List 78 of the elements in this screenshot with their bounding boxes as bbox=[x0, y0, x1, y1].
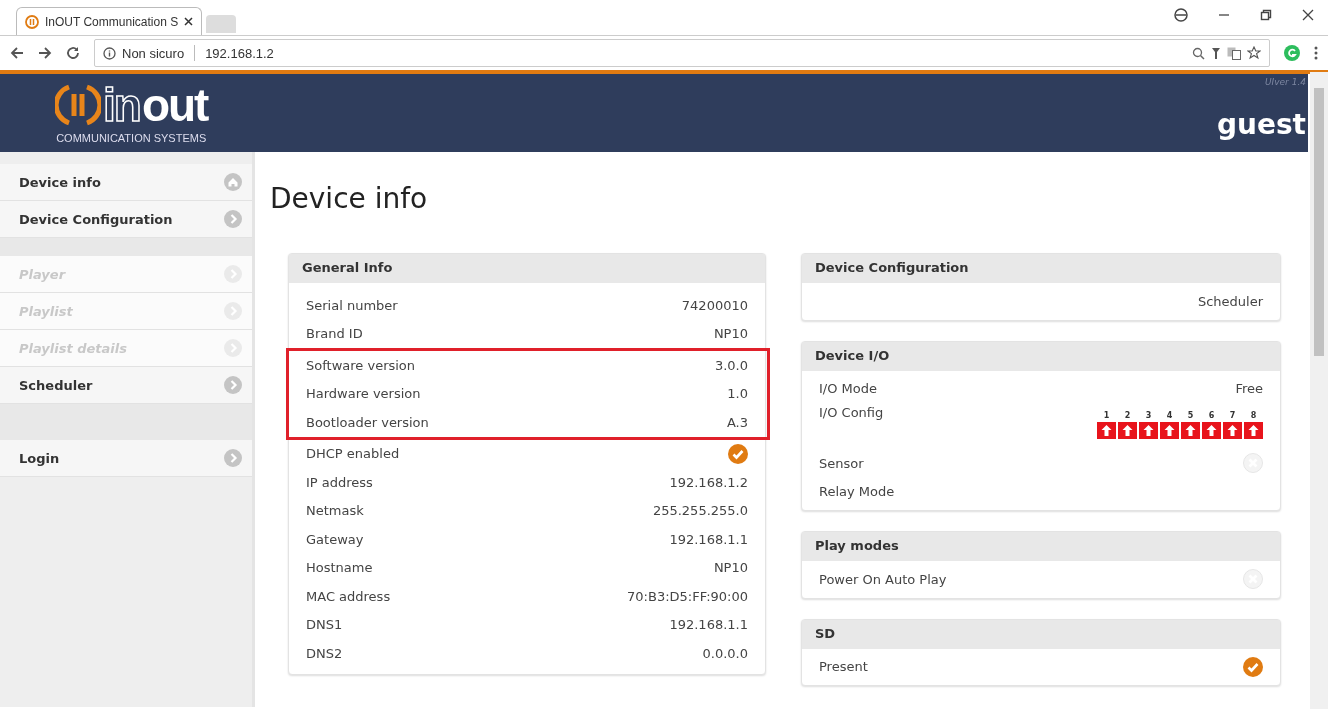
user-name: guest bbox=[1216, 108, 1306, 141]
zoom-icon[interactable] bbox=[1192, 46, 1205, 60]
field-value: A.3 bbox=[726, 414, 748, 430]
scrollbar[interactable] bbox=[1310, 72, 1328, 709]
sidebar-item[interactable]: Device Configuration bbox=[0, 201, 252, 238]
field-label: MAC address bbox=[306, 588, 391, 604]
field-value: 74200010 bbox=[681, 297, 748, 313]
port-number: 2 bbox=[1124, 411, 1131, 420]
page-title: Device info bbox=[270, 182, 429, 215]
field-value: 255.255.255.0 bbox=[652, 503, 748, 519]
sidebar-item[interactable]: Device info bbox=[0, 164, 252, 201]
close-icon[interactable] bbox=[184, 17, 193, 26]
field-label: IP address bbox=[306, 474, 373, 490]
field-label: DNS2 bbox=[306, 645, 343, 661]
chevron-icon bbox=[224, 376, 242, 394]
field-value: Free bbox=[1235, 381, 1263, 397]
field-label: I/O Mode bbox=[819, 381, 877, 397]
field-value: 1.0 bbox=[727, 386, 748, 402]
field-label: Netmask bbox=[306, 503, 364, 519]
sidebar-item[interactable]: Scheduler bbox=[0, 367, 252, 404]
menu-icon[interactable] bbox=[1314, 46, 1318, 60]
browser-tab[interactable]: InOUT Communication S bbox=[16, 7, 202, 35]
field-label: Relay Mode bbox=[819, 484, 895, 500]
address-bar[interactable]: Non sicuro 192.168.1.2 bbox=[94, 39, 1270, 67]
field-label: Brand ID bbox=[306, 326, 363, 342]
field-label: Bootloader version bbox=[306, 414, 429, 430]
field-value: 3.0.0 bbox=[714, 357, 748, 373]
field-label: Power On Auto Play bbox=[819, 571, 947, 587]
field-label: I/O Config bbox=[819, 405, 884, 420]
logo-text: in bbox=[103, 80, 140, 130]
restore-icon[interactable] bbox=[1260, 9, 1272, 21]
field-value: 70:B3:D5:FF:90:00 bbox=[627, 588, 748, 604]
reload-icon[interactable] bbox=[66, 46, 80, 60]
favicon-icon bbox=[25, 14, 39, 29]
port-number: 4 bbox=[1166, 411, 1173, 420]
key-icon[interactable] bbox=[1211, 46, 1221, 60]
field-label: Present bbox=[819, 659, 868, 675]
port-number: 3 bbox=[1145, 411, 1152, 420]
logo-icon bbox=[55, 82, 101, 128]
field-label: Hostname bbox=[306, 560, 373, 576]
back-icon[interactable] bbox=[10, 46, 24, 60]
field-value: 192.168.1.1 bbox=[669, 531, 748, 547]
field-value: 192.168.1.1 bbox=[669, 617, 748, 633]
field-label: Software version bbox=[306, 357, 416, 373]
field-value: NP10 bbox=[713, 326, 748, 342]
card-title: SD bbox=[802, 619, 1280, 649]
field-label: Gateway bbox=[306, 531, 364, 547]
info-icon bbox=[103, 46, 116, 60]
logo-text: out bbox=[141, 80, 208, 130]
translate-icon[interactable] bbox=[1227, 46, 1241, 60]
card-title: Device I/O bbox=[802, 341, 1280, 371]
forward-icon[interactable] bbox=[38, 46, 52, 60]
field-label: Sensor bbox=[819, 455, 864, 471]
field-value: 192.168.1.2 bbox=[669, 474, 748, 490]
star-icon[interactable] bbox=[1247, 46, 1261, 60]
profile-icon[interactable] bbox=[1174, 8, 1188, 22]
chevron-icon bbox=[224, 210, 242, 228]
field-label: Hardware version bbox=[306, 386, 421, 402]
port-number: 8 bbox=[1250, 411, 1257, 420]
logo-tagline: COMMUNICATION SYSTEMS bbox=[56, 132, 207, 144]
field-value: NP10 bbox=[713, 560, 748, 576]
field-value: 0.0.0.0 bbox=[702, 645, 748, 661]
home-icon bbox=[224, 173, 242, 191]
chevron-icon bbox=[224, 449, 242, 467]
field-label: Serial number bbox=[306, 297, 398, 313]
card-title: General Info bbox=[289, 254, 765, 283]
port-number: 5 bbox=[1187, 411, 1194, 420]
field-label: DNS1 bbox=[306, 617, 343, 633]
field-label: DHCP enabled bbox=[306, 446, 400, 462]
sidebar-item[interactable]: Login bbox=[0, 440, 252, 477]
card-title: Device Configuration bbox=[802, 254, 1280, 283]
field-value: Scheduler bbox=[1197, 293, 1263, 309]
port-number: 6 bbox=[1208, 411, 1215, 420]
port-number: 1 bbox=[1103, 411, 1110, 420]
version-label: UIver 1.4 bbox=[1265, 77, 1306, 87]
port-number: 7 bbox=[1229, 411, 1236, 420]
close-icon[interactable] bbox=[1302, 9, 1314, 21]
card-title: Play modes bbox=[802, 532, 1280, 561]
